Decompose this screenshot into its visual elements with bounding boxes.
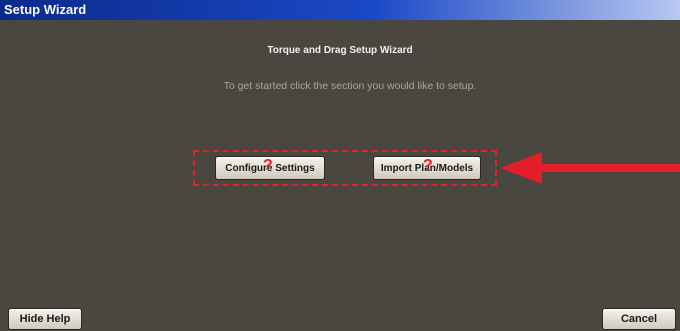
cancel-button[interactable]: Cancel <box>602 308 676 330</box>
wizard-heading: Torque and Drag Setup Wizard <box>267 45 413 56</box>
hide-help-button[interactable]: Hide Help <box>8 308 82 330</box>
configure-settings-label: Configure Settings <box>225 162 315 174</box>
wizard-instructions: To get started click the section you wou… <box>223 80 477 92</box>
configure-settings-button[interactable]: Configure Settings <box>215 156 325 180</box>
import-plan-models-button[interactable]: Import Plan/Models <box>373 156 481 180</box>
hide-help-label: Hide Help <box>19 313 71 325</box>
import-plan-models-label: Import Plan/Models <box>380 162 474 174</box>
help-arrow-icon <box>500 152 680 184</box>
window-title: Setup Wizard <box>4 2 87 17</box>
cancel-label: Cancel <box>620 313 658 325</box>
title-bar: Setup Wizard <box>0 0 680 20</box>
